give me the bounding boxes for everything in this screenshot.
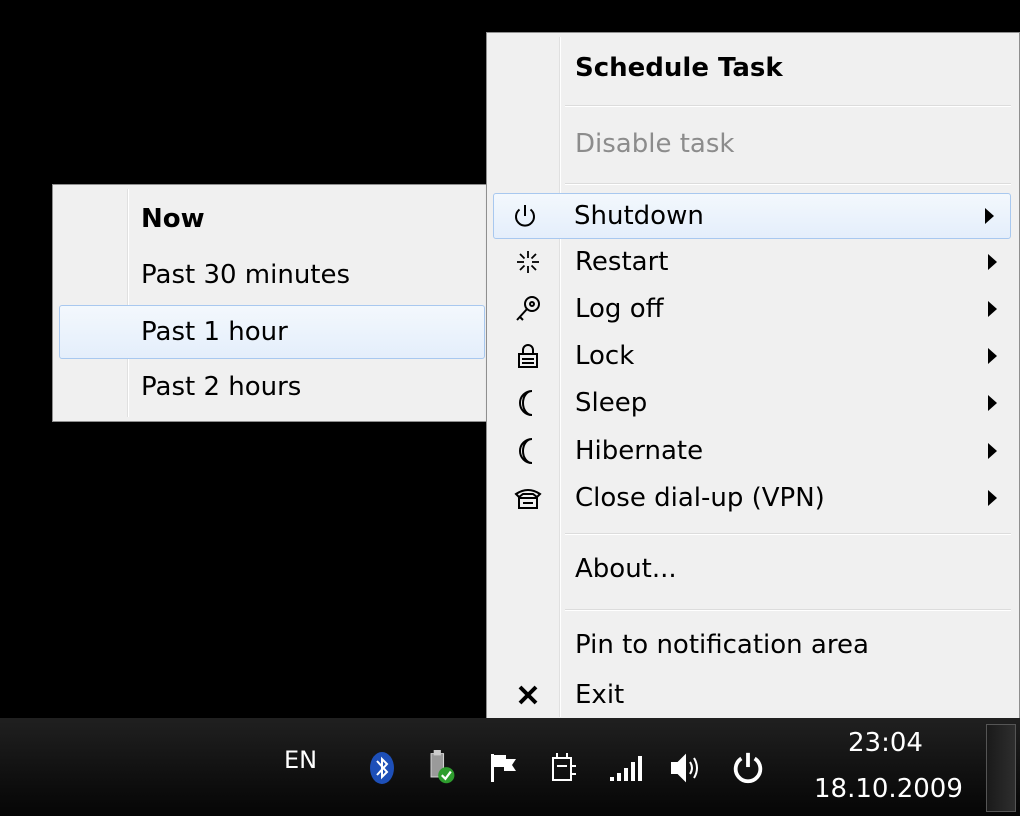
menu-separator	[565, 105, 1011, 107]
power-icon	[508, 199, 542, 233]
submenu-arrow-icon	[988, 443, 997, 459]
moon-icon	[511, 434, 545, 468]
menu-item-label: Shutdown	[574, 201, 704, 231]
menu-item-log-off[interactable]: Log off	[491, 285, 1015, 333]
taskbar: EN 23:04 18.10.2009	[0, 718, 1020, 816]
submenu-arrow-icon	[988, 301, 997, 317]
telephone-icon	[511, 481, 545, 515]
submenu-arrow-icon	[988, 254, 997, 270]
menu-item-shutdown[interactable]: Shutdown	[493, 193, 1011, 239]
menu-item-lock[interactable]: Lock	[491, 333, 1015, 379]
menu-item-hibernate[interactable]: Hibernate	[491, 427, 1015, 475]
menu-item-label: Sleep	[575, 388, 648, 418]
bluetooth-icon[interactable]	[364, 748, 400, 788]
menu-item-sleep[interactable]: Sleep	[491, 379, 1015, 427]
menu-item-label: Hibernate	[575, 436, 704, 466]
menu-item-label: About...	[575, 554, 677, 584]
lock-icon	[511, 339, 545, 373]
menu-item-restart[interactable]: Restart	[491, 239, 1015, 285]
menu-item-close-dial-up[interactable]: Close dial-up (VPN)	[491, 475, 1015, 521]
menu-item-label: Disable task	[575, 129, 735, 159]
menu-item-disable-task[interactable]: Disable task	[491, 117, 1015, 171]
submenu-arrow-icon	[988, 348, 997, 364]
clock-date[interactable]: 18.10.2009	[814, 774, 963, 804]
menu-item-label: Log off	[575, 294, 664, 324]
shutdown-submenu: Now Past 30 minutes Past 1 hour Past 2 h…	[52, 184, 492, 422]
signal-icon[interactable]	[608, 748, 644, 788]
clock-time[interactable]: 23:04	[848, 728, 923, 758]
menu-item-label: Lock	[575, 341, 635, 371]
menu-item-about[interactable]: About...	[491, 543, 1015, 595]
show-desktop-button[interactable]	[986, 724, 1016, 812]
submenu-item-label: Now	[141, 204, 205, 234]
menu-title-label: Schedule Task	[575, 53, 783, 83]
submenu-item-past-30-minutes[interactable]: Past 30 minutes	[57, 249, 487, 301]
menu-item-pin-to-notification-area[interactable]: Pin to notification area	[491, 621, 1015, 669]
language-indicator[interactable]: EN	[284, 746, 317, 774]
usb-drive-icon[interactable]	[422, 748, 458, 788]
tray-context-menu: Schedule Task Disable task Shutdown Rest…	[486, 32, 1020, 722]
menu-separator	[565, 183, 1011, 185]
menu-item-label: Pin to notification area	[575, 630, 869, 660]
submenu-item-label: Past 30 minutes	[141, 260, 351, 290]
key-icon	[511, 292, 545, 326]
close-icon	[511, 678, 545, 712]
menu-separator	[565, 609, 1011, 611]
speaker-icon[interactable]	[668, 748, 704, 788]
submenu-item-label: Past 1 hour	[141, 317, 288, 347]
menu-separator	[565, 533, 1011, 535]
power-plug-icon[interactable]	[546, 748, 582, 788]
menu-title-schedule-task[interactable]: Schedule Task	[491, 41, 1015, 95]
submenu-item-label: Past 2 hours	[141, 372, 302, 402]
menu-item-label: Restart	[575, 247, 669, 277]
flag-icon[interactable]	[486, 748, 522, 788]
menu-item-label: Exit	[575, 680, 625, 710]
submenu-item-past-1-hour[interactable]: Past 1 hour	[59, 305, 485, 359]
moon-icon	[511, 386, 545, 420]
submenu-arrow-icon	[988, 490, 997, 506]
power-icon[interactable]	[730, 748, 766, 788]
submenu-item-now[interactable]: Now	[57, 193, 487, 245]
menu-item-exit[interactable]: Exit	[491, 671, 1015, 719]
submenu-arrow-icon	[988, 395, 997, 411]
submenu-arrow-icon	[985, 208, 994, 224]
menu-item-label: Close dial-up (VPN)	[575, 483, 825, 513]
restart-icon	[511, 245, 545, 279]
submenu-item-past-2-hours[interactable]: Past 2 hours	[57, 361, 487, 413]
